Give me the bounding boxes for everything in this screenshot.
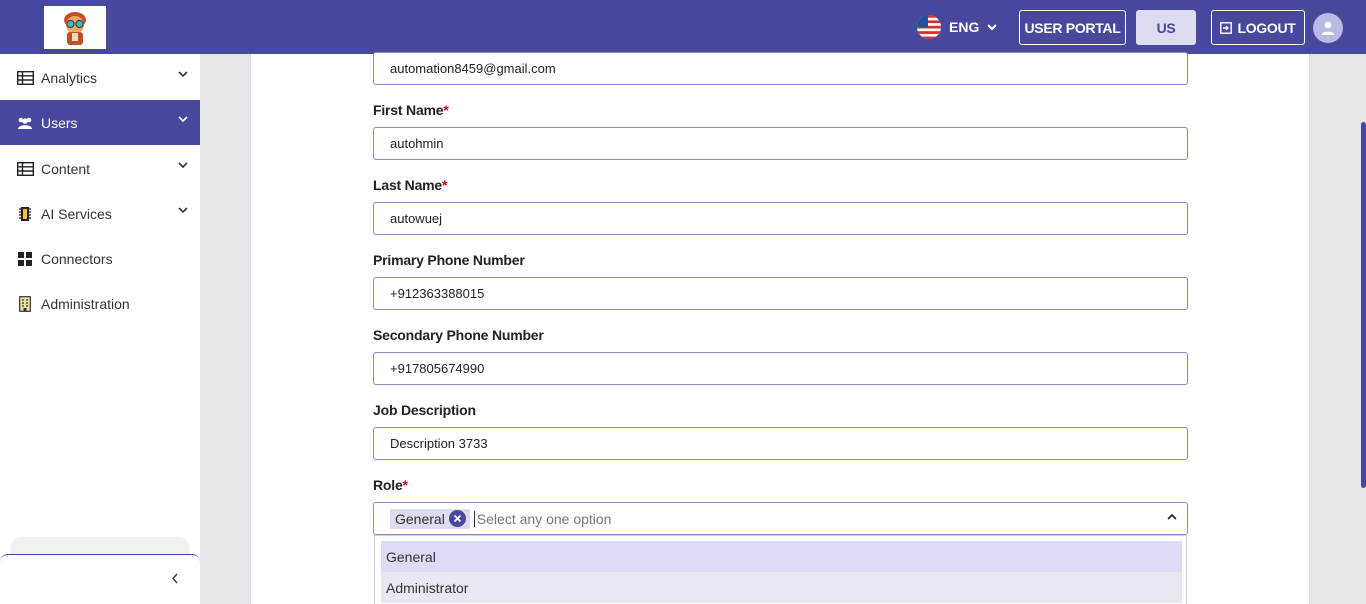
last-name-label: Last Name* — [373, 177, 448, 193]
remove-chip-icon[interactable] — [448, 510, 466, 527]
chevron-down-icon — [987, 23, 998, 30]
user-portal-button[interactable]: USER PORTAL — [1019, 10, 1126, 45]
job-description-label: Job Description — [373, 402, 476, 418]
language-label: ENG — [949, 19, 980, 35]
first-name-label: First Name* — [373, 102, 449, 118]
role-dropdown-menu: General Administrator — [374, 535, 1187, 604]
sidebar-item-label: Connectors — [41, 250, 113, 267]
secondary-phone-field[interactable] — [373, 352, 1188, 385]
table-icon — [16, 161, 34, 177]
table-icon — [16, 70, 34, 86]
sidebar-item-label: Analytics — [41, 69, 98, 86]
sidebar-item-administration[interactable]: Administration — [0, 281, 200, 326]
sidebar-item-label: Administration — [41, 295, 130, 312]
chevron-left-icon — [171, 573, 178, 584]
scrollbar-thumb[interactable] — [1361, 122, 1366, 488]
chevron-down-icon — [178, 116, 188, 123]
sidebar-item-connectors[interactable]: Connectors — [0, 236, 200, 281]
sidebar-item-label: Users — [41, 114, 78, 131]
role-label: Role* — [373, 477, 408, 493]
email-field[interactable] — [373, 52, 1188, 85]
logo[interactable] — [44, 6, 106, 49]
language-selector[interactable]: ENG — [917, 14, 998, 40]
sidebar-item-users[interactable]: Users — [0, 100, 200, 145]
last-name-field[interactable] — [373, 202, 1188, 235]
avatar[interactable] — [1313, 13, 1343, 43]
user-avatar-icon — [1321, 21, 1335, 35]
sidebar-item-analytics[interactable]: Analytics — [0, 55, 200, 100]
sidebar-item-content[interactable]: Content — [0, 146, 200, 191]
role-option-general[interactable]: General — [381, 541, 1182, 572]
users-icon — [16, 115, 34, 131]
logout-icon — [1220, 21, 1233, 34]
mascot-logo-icon — [64, 11, 86, 45]
chevron-down-icon — [178, 71, 188, 78]
sidebar-collapse-toggle[interactable] — [0, 554, 200, 604]
sidebar: Analytics Users Content AI Services Conn… — [0, 54, 200, 604]
primary-phone-label: Primary Phone Number — [373, 252, 525, 268]
secondary-phone-label: Secondary Phone Number — [373, 327, 544, 343]
top-bar: ENG USER PORTAL US LOGOUT — [0, 0, 1366, 54]
sidebar-item-ai-services[interactable]: AI Services — [0, 191, 200, 236]
logout-label: LOGOUT — [1237, 19, 1296, 36]
first-name-field[interactable] — [373, 127, 1188, 160]
sidebar-item-label: AI Services — [41, 205, 112, 222]
building-icon — [16, 295, 34, 312]
job-description-field[interactable] — [373, 427, 1188, 460]
role-search-input[interactable]: Select any one option — [473, 510, 611, 527]
chevron-down-icon — [178, 207, 188, 214]
logout-button[interactable]: LOGOUT — [1211, 10, 1305, 45]
primary-phone-field[interactable] — [373, 277, 1188, 310]
chip-icon — [16, 206, 34, 222]
chevron-down-icon — [178, 162, 188, 169]
us-flag-icon — [917, 15, 941, 39]
region-button[interactable]: US — [1136, 10, 1196, 45]
grid-icon — [16, 251, 34, 267]
chevron-up-icon[interactable] — [1167, 513, 1177, 520]
role-chip: General — [390, 508, 470, 529]
role-multiselect[interactable]: General Select any one option — [373, 502, 1188, 535]
role-option-administrator[interactable]: Administrator — [381, 572, 1182, 603]
sidebar-item-label: Content — [41, 160, 91, 177]
role-chip-label: General — [395, 510, 445, 527]
